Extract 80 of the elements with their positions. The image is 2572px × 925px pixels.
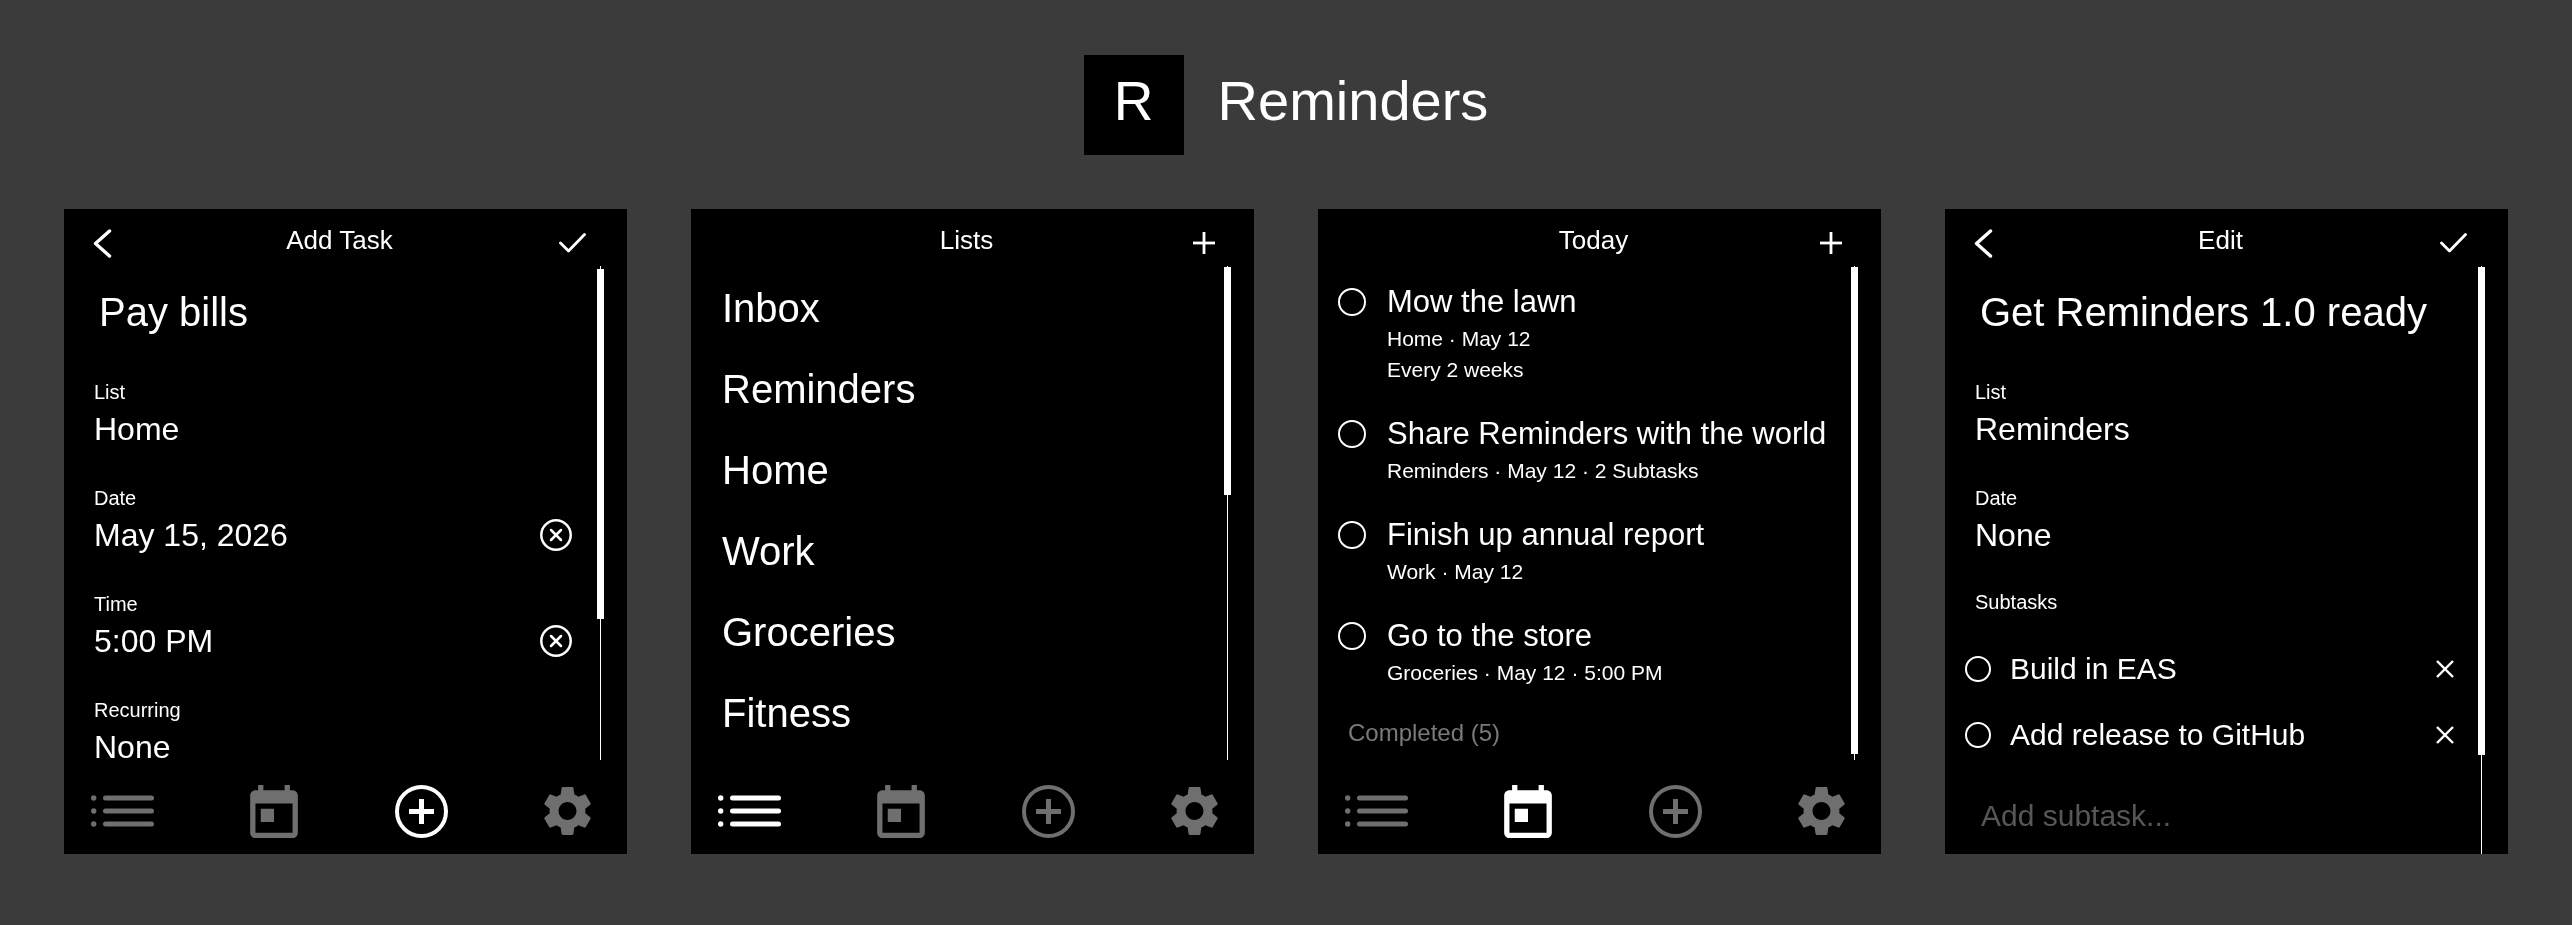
- completed-toggle[interactable]: Completed (5): [1348, 718, 1501, 748]
- task-title[interactable]: Finish up annual report: [1387, 516, 1705, 554]
- app-title: Reminders: [1217, 69, 1489, 133]
- task-title[interactable]: Go to the store: [1387, 617, 1593, 655]
- save-button[interactable]: [559, 233, 586, 253]
- add-button[interactable]: [1820, 232, 1842, 254]
- chevron-left-icon: [93, 228, 112, 258]
- close-icon: [2436, 660, 2454, 678]
- settings-tab[interactable]: [1798, 786, 1845, 836]
- save-button[interactable]: [2440, 233, 2467, 253]
- add-subtask-field[interactable]: Add subtask...: [1981, 796, 2441, 836]
- calendar-icon: [250, 784, 299, 838]
- task-title-field[interactable]: Pay bills: [64, 288, 627, 336]
- settings-icon: [1171, 786, 1218, 836]
- circle-x-icon: [540, 625, 572, 657]
- back-button[interactable]: [1974, 228, 1993, 258]
- back-button[interactable]: [93, 228, 112, 258]
- screen-title: Edit: [2198, 225, 2243, 255]
- list-icon: [91, 795, 154, 827]
- list-item[interactable]: Reminders: [722, 364, 916, 413]
- task-details: Home · May 12: [1387, 326, 1531, 352]
- remove-button[interactable]: [2436, 726, 2454, 744]
- plus-circle-icon: [1648, 784, 1702, 838]
- field-label: Date: [94, 486, 137, 510]
- plus-icon: [1193, 232, 1215, 254]
- task-title[interactable]: Share Reminders with the world: [1387, 415, 1827, 453]
- field-value[interactable]: Reminders: [1975, 409, 2130, 449]
- field-label: Date: [1975, 486, 2018, 510]
- list-item[interactable]: Fitness: [722, 688, 851, 737]
- field-value[interactable]: None: [1975, 515, 2052, 555]
- field-label: List: [1975, 380, 2007, 404]
- task-title-field[interactable]: Get Reminders 1.0 ready: [1945, 288, 2508, 336]
- scrollbar-thumb[interactable]: [1224, 267, 1231, 495]
- field-value[interactable]: May 15, 2026: [94, 515, 288, 555]
- list-icon: [1345, 795, 1408, 827]
- calendar-icon: [877, 784, 926, 838]
- field-value[interactable]: 5:00 PM: [94, 621, 214, 661]
- clear-button[interactable]: [540, 519, 572, 551]
- clear-button[interactable]: [540, 625, 572, 657]
- plus-circle-icon: [394, 784, 448, 838]
- subtask-title[interactable]: Add release to GitHub: [2010, 715, 2436, 755]
- field-value[interactable]: Home: [94, 409, 180, 449]
- task-details: Every 2 weeks: [1387, 357, 1524, 383]
- close-icon: [2436, 726, 2454, 744]
- plus-circle-icon: [1021, 784, 1075, 838]
- remove-button[interactable]: [2436, 660, 2454, 678]
- list-icon: [718, 795, 781, 827]
- screen-title: Today: [1558, 225, 1629, 255]
- task-details: Work · May 12: [1387, 559, 1524, 585]
- settings-tab[interactable]: [1171, 786, 1218, 836]
- add-button[interactable]: [1193, 232, 1215, 254]
- field-value[interactable]: None: [94, 727, 171, 764]
- field-label: Recurring: [94, 698, 181, 722]
- screen-title: Lists: [939, 225, 994, 255]
- calendar-icon: [1504, 784, 1553, 838]
- subtask-title[interactable]: Build in EAS: [2010, 649, 2436, 689]
- scrollbar-thumb[interactable]: [2478, 267, 2485, 755]
- settings-icon: [1798, 786, 1845, 836]
- chevron-left-icon: [1974, 228, 1993, 258]
- circle-x-icon: [540, 519, 572, 551]
- task-title[interactable]: Mow the lawn: [1387, 283, 1577, 321]
- calendar-tab[interactable]: [1504, 784, 1553, 838]
- app-logo: R: [1083, 55, 1184, 155]
- list-item[interactable]: Inbox: [722, 283, 820, 332]
- list-item[interactable]: Work: [722, 526, 815, 575]
- checkmark-icon: [2440, 233, 2467, 253]
- checkmark-icon: [559, 233, 586, 253]
- settings-icon: [544, 786, 591, 836]
- settings-tab[interactable]: [544, 786, 591, 836]
- screen-title: Add Task: [286, 225, 393, 255]
- task-details: Reminders · May 12 · 2 Subtasks: [1387, 458, 1699, 484]
- lists-tab[interactable]: [718, 795, 781, 827]
- list-item[interactable]: Groceries: [722, 607, 896, 656]
- field-label: Time: [94, 592, 138, 616]
- section-label: Subtasks: [1975, 590, 2058, 614]
- plus-icon: [1820, 232, 1842, 254]
- scrollbar-thumb[interactable]: [597, 269, 604, 619]
- list-item[interactable]: Home: [722, 445, 829, 494]
- task-details: Groceries · May 12 · 5:00 PM: [1387, 660, 1663, 686]
- field-label: List: [94, 380, 126, 404]
